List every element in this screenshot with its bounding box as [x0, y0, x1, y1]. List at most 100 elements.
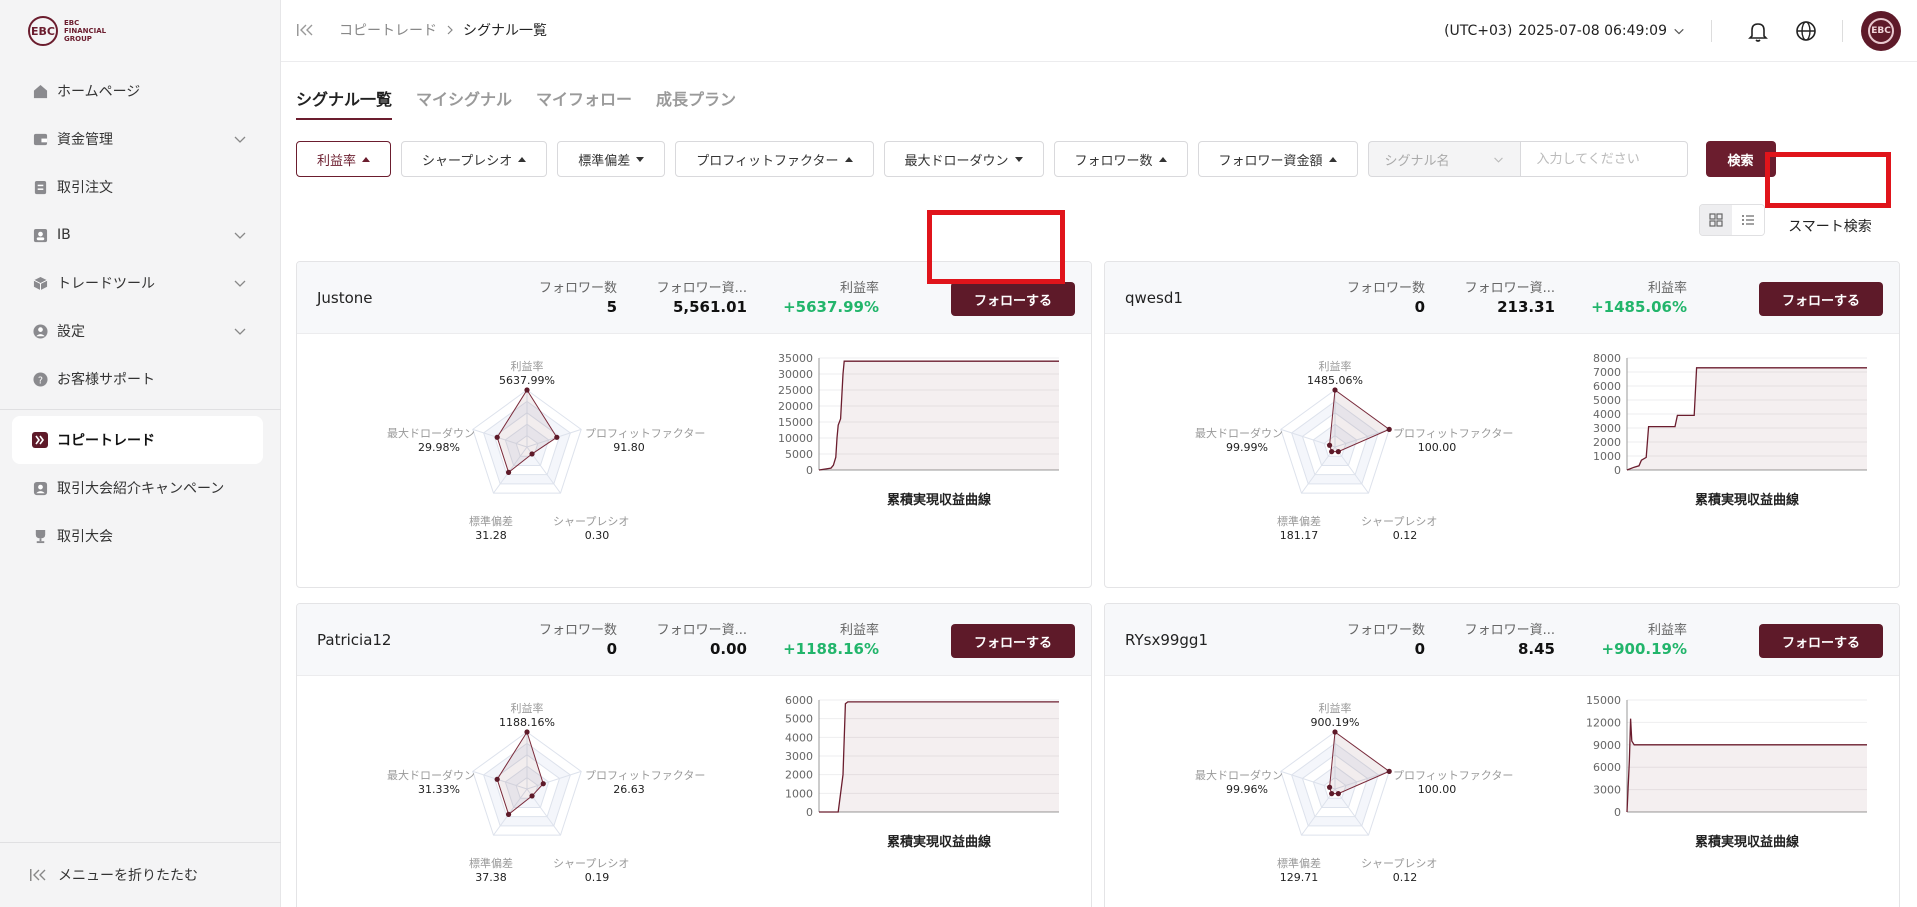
tab-my-signals[interactable]: マイシグナル — [416, 86, 512, 120]
signal-tabs: シグナル一覧 マイシグナル マイフォロー 成長プラン — [296, 86, 736, 120]
sidebar-item-referral[interactable]: 取引大会紹介キャンペーン — [12, 464, 263, 512]
radar-value-sharpe: 0.19 — [585, 871, 610, 884]
search-type-select[interactable]: シグナル名 — [1367, 141, 1520, 177]
funds-stat: フォロワー資... 213.31 — [1465, 281, 1555, 317]
radar-label-std: 標準偏差 — [469, 856, 513, 870]
radar-label-profit: 利益率 — [511, 701, 544, 715]
help-icon: ? — [32, 371, 48, 387]
followers-label: フォロワー数 — [1346, 623, 1425, 638]
avatar-logo: EBC — [1868, 18, 1894, 44]
sidebar-item-funds[interactable]: 資金管理 — [12, 115, 263, 163]
funds-stat: フォロワー資... 8.45 — [1465, 623, 1555, 659]
sort-followers-button[interactable]: フォロワー数 — [1053, 141, 1188, 177]
radar-data-point — [1386, 426, 1392, 432]
highlight-box-follow — [927, 210, 1065, 284]
sidebar-item-copy-trade[interactable]: コピートレード — [12, 416, 263, 464]
profit-label: 利益率 — [839, 281, 879, 296]
radar-data-point — [540, 781, 546, 787]
follow-button[interactable]: フォローする — [951, 624, 1075, 658]
grid-view-button[interactable] — [1700, 205, 1732, 235]
sort-label: シャープレシオ — [422, 153, 513, 169]
signal-card[interactable]: qwesd1 フォロワー数 0 フォロワー資... 213.31 利益率 +14… — [1104, 261, 1900, 588]
language-button[interactable] — [1782, 20, 1830, 42]
radar-value-pf: 100.00 — [1418, 783, 1457, 796]
curve-y-tick: 7000 — [1593, 366, 1621, 379]
signal-card[interactable]: RYsx99gg1 フォロワー数 0 フォロワー資... 8.45 利益率 +9… — [1104, 603, 1900, 907]
datetime-label: 2025-07-08 06:49:09 — [1518, 23, 1667, 39]
sidebar-item-label: 設定 — [57, 324, 85, 340]
breadcrumb: コピートレード シグナル一覧 — [297, 20, 547, 40]
radar-value-std: 181.17 — [1280, 529, 1319, 542]
radar-data-point — [524, 729, 530, 735]
sidebar-item-home[interactable]: ホームページ — [12, 67, 263, 115]
radar-label-sharpe: シャープレシオ — [553, 515, 629, 528]
header-actions: (UTC+03) 2025-07-08 06:49:09 EBC — [1444, 0, 1917, 62]
wallet-icon — [32, 131, 48, 147]
sidebar-item-contest[interactable]: 取引大会 — [12, 512, 263, 560]
logo[interactable]: EBC EBC FINANCIAL GROUP — [28, 16, 106, 46]
collapse-sidebar-icon[interactable] — [297, 23, 315, 37]
sort-profit-factor-button[interactable]: プロフィットファクター — [675, 141, 874, 177]
curve-y-tick: 10000 — [778, 432, 813, 445]
grid-icon — [1709, 213, 1723, 227]
signal-name[interactable]: qwesd1 — [1125, 289, 1183, 307]
sidebar-item-label: 取引注文 — [57, 180, 113, 196]
tab-my-follows[interactable]: マイフォロー — [536, 86, 632, 120]
home-icon — [32, 83, 48, 99]
radar-value-pf: 100.00 — [1418, 441, 1457, 454]
tab-growth-plan[interactable]: 成長プラン — [656, 86, 736, 120]
followers-stat: フォロワー数 0 — [1347, 623, 1425, 659]
sidebar-divider — [0, 409, 281, 410]
radar-label-std: 標準偏差 — [1277, 856, 1321, 870]
sidebar-item-support[interactable]: ? お客様サポート — [12, 355, 263, 403]
radar-label-mdd: 最大ドローダウン — [387, 768, 475, 782]
radar-label-pf: プロフィットファクター — [585, 427, 705, 440]
radar-label-sharpe: シャープレシオ — [1361, 515, 1437, 528]
radar-value-profit: 900.19% — [1311, 716, 1360, 729]
sidebar-item-label: お客様サポート — [57, 372, 155, 388]
smart-search-button[interactable]: スマート検索 — [1770, 205, 1890, 247]
notification-button[interactable] — [1734, 20, 1782, 42]
sidebar-item-orders[interactable]: 取引注文 — [12, 163, 263, 211]
signal-name[interactable]: RYsx99gg1 — [1125, 631, 1208, 649]
followers-label: フォロワー数 — [538, 623, 617, 638]
breadcrumb-current: シグナル一覧 — [463, 23, 547, 39]
header-divider — [1711, 20, 1712, 42]
curve-y-tick: 5000 — [785, 713, 813, 726]
radar-data-point — [505, 811, 512, 817]
signal-card[interactable]: Patricia12 フォロワー数 0 フォロワー資... 0.00 利益率 +… — [296, 603, 1092, 907]
breadcrumb-parent[interactable]: コピートレード — [339, 20, 437, 40]
sort-follower-funds-button[interactable]: フォロワー資金額 — [1197, 141, 1358, 177]
search-input[interactable] — [1519, 141, 1688, 177]
follow-button[interactable]: フォローする — [1759, 624, 1883, 658]
signal-card[interactable]: Justone フォロワー数 5 フォロワー資... 5,561.01 利益率 … — [296, 261, 1092, 588]
tab-signal-list[interactable]: シグナル一覧 — [296, 86, 393, 120]
sort-max-drawdown-button[interactable]: 最大ドローダウン — [883, 141, 1044, 177]
follow-button[interactable]: フォローする — [951, 282, 1075, 316]
sidebar-item-trade-tools[interactable]: トレードツール — [12, 259, 263, 307]
curve-y-tick: 6000 — [1593, 761, 1621, 774]
funds-label: フォロワー資... — [1464, 623, 1555, 638]
radar-value-mdd: 99.96% — [1226, 783, 1268, 796]
chevron-down-icon — [1493, 157, 1503, 163]
curve-y-tick: 0 — [806, 464, 813, 477]
followers-stat: フォロワー数 5 — [539, 281, 617, 317]
avatar[interactable]: EBC — [1861, 11, 1901, 51]
curve-y-tick: 4000 — [1593, 408, 1621, 421]
sidebar-item-ib[interactable]: IB — [12, 211, 263, 259]
sort-profit-button[interactable]: 利益率 — [296, 141, 392, 177]
signal-name[interactable]: Justone — [317, 289, 373, 307]
signal-name[interactable]: Patricia12 — [317, 631, 391, 649]
followers-value: 0 — [606, 640, 617, 658]
list-view-button[interactable] — [1732, 205, 1764, 235]
radar-value-mdd: 99.99% — [1226, 441, 1268, 454]
follow-button[interactable]: フォローする — [1759, 282, 1883, 316]
curve-area — [819, 701, 1059, 812]
curve-y-tick: 0 — [806, 806, 813, 819]
sidebar-item-settings[interactable]: 設定 — [12, 307, 263, 355]
sort-sharpe-button[interactable]: シャープレシオ — [401, 141, 548, 177]
collapse-menu-button[interactable]: メニューを折りたたむ — [0, 842, 281, 907]
sort-label: 標準偏差 — [578, 153, 631, 169]
sort-stddev-button[interactable]: 標準偏差 — [557, 141, 666, 177]
timezone-selector[interactable]: (UTC+03) 2025-07-08 06:49:09 — [1444, 23, 1685, 39]
